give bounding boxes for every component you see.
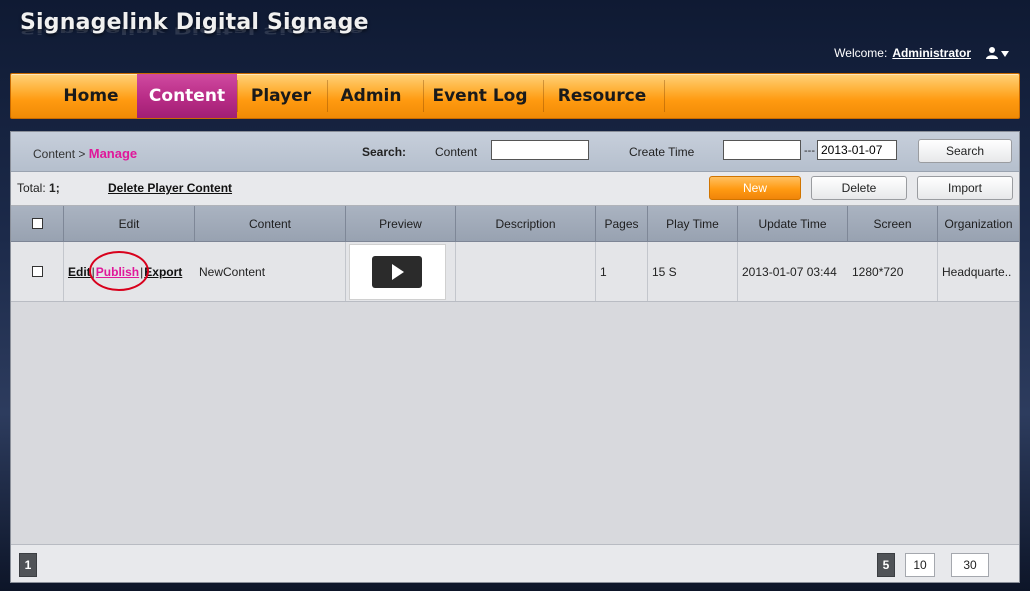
header-select-all-cell [11,206,63,241]
pages-cell: 1 [600,264,607,279]
publish-highlight-circle [89,251,149,291]
nav-divider [423,80,424,112]
app-title-reflection: Signagelink Digital Signage [20,24,364,36]
nav-divider [237,80,238,112]
play-time-cell: 15 S [652,264,677,279]
row-checkbox[interactable] [31,266,43,277]
column-header[interactable]: Play Time [648,206,737,241]
play-icon[interactable] [372,256,422,288]
import-button[interactable]: Import [917,176,1013,200]
page-size-option[interactable]: 30 [951,553,989,577]
column-header[interactable]: Content [195,206,345,241]
delete-player-content-link[interactable]: Delete Player Content [108,181,232,195]
description-cell [456,242,595,301]
table-row[interactable]: Edit | Publish | Export NewContent 1 15 … [11,242,1019,302]
nav-player[interactable]: Player [239,74,323,118]
create-time-label: Create Time [629,145,695,159]
content-search-input[interactable] [491,140,589,160]
main-nav: Home Content Player Admin Event Log Reso… [10,73,1020,119]
new-button[interactable]: New [709,176,801,200]
organization-cell: Headquarte.. [942,264,1012,279]
header: Signagelink Digital Signage Signagelink … [0,0,1030,70]
nav-home[interactable]: Home [51,74,131,118]
nav-divider [543,80,544,112]
nav-divider [664,80,665,112]
column-header[interactable]: Pages [596,206,647,241]
content-panel: Content > Manage Search: Content Create … [10,131,1020,583]
screen-cell: 1280*720 [852,264,904,279]
breadcrumb-parent[interactable]: Content [33,147,75,161]
search-button[interactable]: Search [918,139,1012,163]
welcome-area: Welcome: Administrator [834,46,1010,60]
create-time-from-input[interactable] [723,140,801,160]
toolbar: Total: 1; Delete Player Content New Dele… [11,172,1019,206]
content-name-cell: NewContent [199,264,266,279]
delete-button[interactable]: Delete [811,176,907,200]
breadcrumb-current: Manage [88,146,138,161]
user-dropdown-icon[interactable] [986,46,1010,60]
total-label: Total: [17,181,46,195]
export-link[interactable]: Export [144,265,182,279]
page-number-button[interactable]: 1 [19,553,37,577]
preview-thumbnail[interactable] [349,244,446,300]
update-time-cell: 2013-01-07 03:44 [742,264,837,279]
create-time-to-input[interactable] [817,140,897,160]
row-select-cell [11,242,63,301]
column-header[interactable]: Edit [64,206,194,241]
select-all-checkbox[interactable] [31,218,43,229]
page-size-option[interactable]: 10 [905,553,935,577]
pagination: 1 5 10 30 [11,544,1019,582]
nav-admin[interactable]: Admin [329,74,413,118]
welcome-label: Welcome: [834,46,888,60]
column-header[interactable]: Organization [938,206,1019,241]
table-empty-area [11,302,1019,544]
date-range-separator: --- [804,145,815,157]
column-header[interactable]: Update Time [738,206,847,241]
nav-divider [327,80,328,112]
content-search-label: Content [435,145,478,159]
breadcrumb-sep: > [78,147,86,161]
column-header[interactable]: Screen [848,206,937,241]
page-size-option[interactable]: 5 [877,553,895,577]
total-count: Total: 1; [17,181,60,195]
column-header[interactable]: Preview [346,206,455,241]
nav-event-log[interactable]: Event Log [425,74,535,118]
nav-resource[interactable]: Resource [547,74,657,118]
breadcrumb: Content > Manage [33,146,137,161]
edit-link[interactable]: Edit [68,265,91,279]
column-header[interactable]: Description [456,206,595,241]
current-user-link[interactable]: Administrator [892,46,971,60]
total-value: 1; [49,181,60,195]
search-label: Search: [362,145,407,159]
search-bar: Content > Manage Search: Content Create … [11,132,1019,172]
table-header: Edit Content Preview Description Pages P… [11,206,1019,242]
nav-content[interactable]: Content [137,74,237,118]
